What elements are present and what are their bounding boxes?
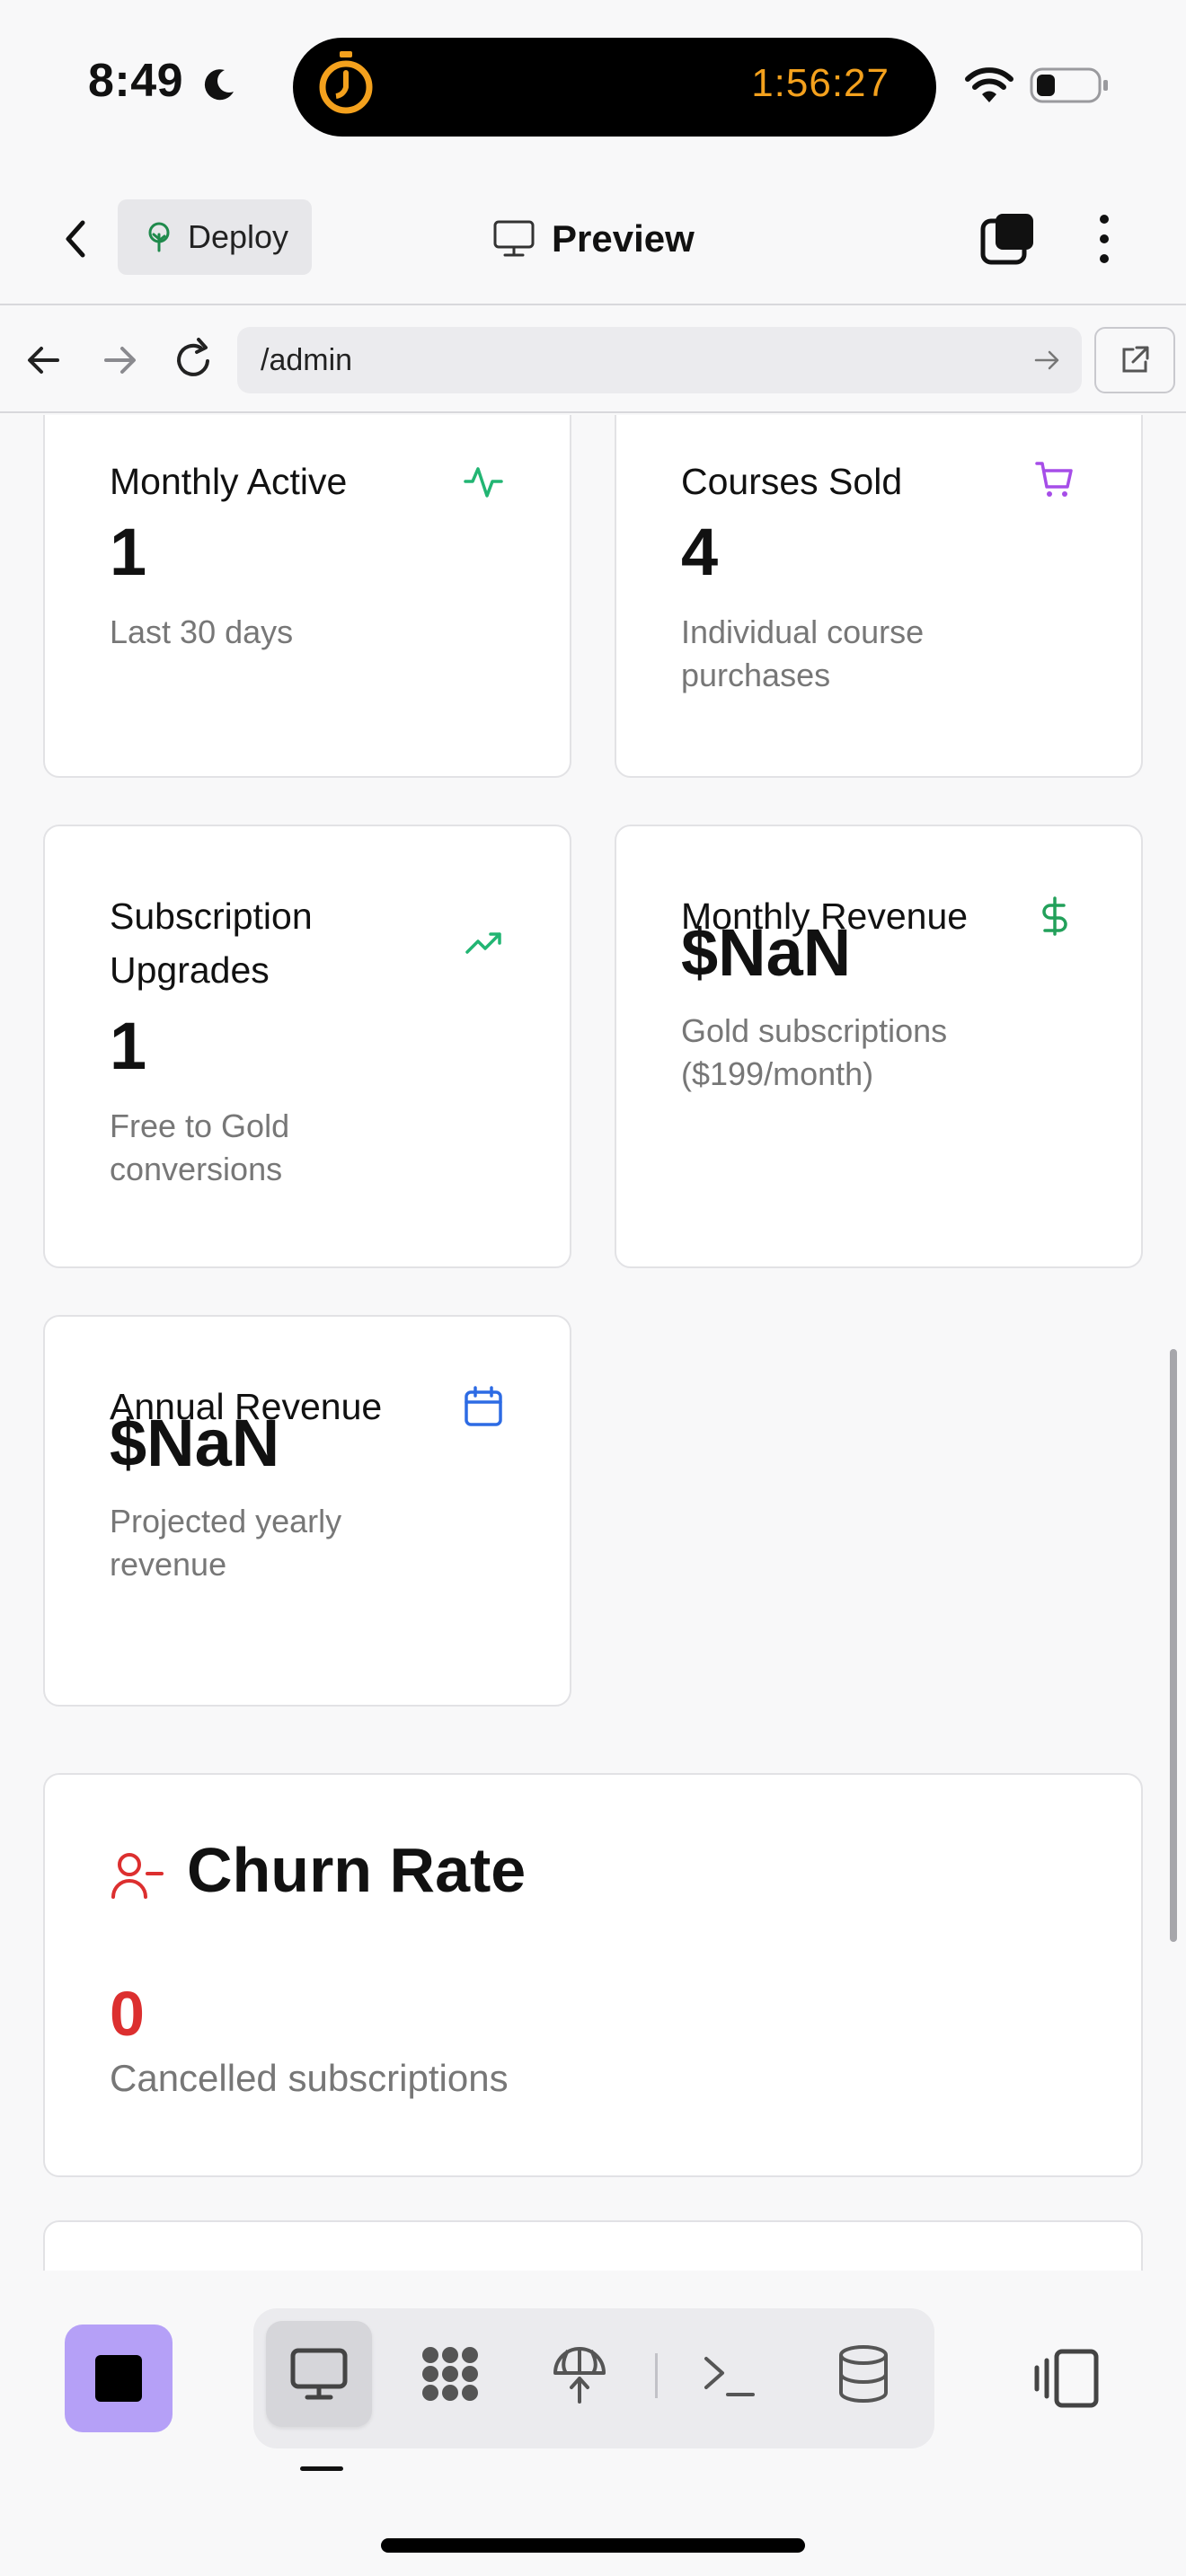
churn-rate-card: Churn Rate 0 Cancelled subscriptions <box>43 1773 1143 2177</box>
tab-divider <box>655 2353 658 2398</box>
stat-card-monthly-revenue: Monthly Revenue $NaN Gold subscriptions … <box>615 825 1143 1268</box>
next-card-partial <box>43 2220 1143 2271</box>
database-icon <box>839 2345 888 2403</box>
stat-title: Subscription Upgrades <box>110 895 313 991</box>
url-text: /admin <box>261 342 353 377</box>
admin-dashboard: Monthly Active 1 Last 30 days Courses So… <box>0 415 1186 2271</box>
moon-icon <box>204 69 234 101</box>
stopwatch-icon <box>319 51 373 114</box>
monitor-icon <box>493 220 535 257</box>
url-input[interactable]: /admin <box>237 327 1082 393</box>
stat-value: 4 <box>681 515 719 589</box>
external-link-icon <box>1122 346 1149 373</box>
monitor-icon <box>290 2348 348 2400</box>
reload-icon[interactable] <box>171 334 216 386</box>
stat-card-subscription-upgrades: Subscription Upgrades 1 Free to Gold con… <box>43 825 571 1268</box>
user-minus-icon <box>111 1853 164 1899</box>
stop-icon <box>95 2355 142 2402</box>
tab-preview[interactable] <box>266 2321 372 2427</box>
stat-card-annual-revenue: Annual Revenue $NaN Projected yearly rev… <box>43 1315 571 1707</box>
stat-subtitle: Free to Gold conversions <box>110 1107 290 1187</box>
stat-card-monthly-active: Monthly Active 1 Last 30 days <box>43 415 571 778</box>
home-indicator <box>381 2538 805 2553</box>
top-toolbar: Deploy Preview <box>0 171 1186 305</box>
deploy-label: Deploy <box>188 218 289 255</box>
tabs-switcher-icon[interactable] <box>979 210 1037 268</box>
terminal-icon <box>704 2357 755 2396</box>
nav-back-arrow-icon[interactable] <box>22 334 66 386</box>
apps-icon <box>422 2347 478 2401</box>
timer-readout: 1:56:27 <box>751 61 890 105</box>
deploy-tree-icon <box>148 222 170 252</box>
nav-forward-arrow-icon[interactable] <box>97 334 142 386</box>
bottom-dock <box>0 2271 1186 2576</box>
active-tab-indicator <box>300 2466 343 2471</box>
stat-card-courses-sold: Courses Sold 4 Individual course purchas… <box>615 415 1143 778</box>
preview-label: Preview <box>552 217 695 260</box>
activity-icon <box>464 467 503 498</box>
stat-subtitle: Individual course purchases <box>681 613 925 693</box>
stat-title: Courses Sold <box>681 461 903 502</box>
app-screen: 8:49 1:56:27 Deploy Preview /admin Month… <box>0 0 1186 2576</box>
stop-button[interactable] <box>65 2325 173 2432</box>
churn-subtitle: Cancelled subscriptions <box>110 2057 509 2099</box>
more-vertical-icon[interactable] <box>1091 210 1118 268</box>
tab-terminal[interactable] <box>676 2321 782 2427</box>
tab-database[interactable] <box>810 2321 916 2427</box>
tab-deploy[interactable] <box>527 2321 633 2427</box>
open-external-button[interactable] <box>1094 327 1175 393</box>
stat-value: $NaN <box>681 915 852 990</box>
churn-value: 0 <box>110 1979 145 2049</box>
back-chevron-icon[interactable] <box>54 212 99 266</box>
trending-up-icon <box>465 932 501 954</box>
wifi-icon <box>965 67 1013 102</box>
stat-value: 1 <box>110 515 147 589</box>
scrollbar-thumb[interactable] <box>1170 1349 1177 1942</box>
url-bar: /admin <box>0 307 1186 413</box>
stat-value: $NaN <box>110 1406 280 1480</box>
stat-subtitle: Projected yearly revenue <box>110 1503 342 1583</box>
status-time: 8:49 <box>88 55 184 107</box>
cart-icon <box>1035 462 1073 497</box>
deploy-icon <box>553 2347 606 2404</box>
deploy-button[interactable]: Deploy <box>118 199 312 275</box>
dock-tabbar <box>253 2308 934 2448</box>
stat-subtitle: Gold subscriptions ($199/month) <box>681 1012 948 1092</box>
stat-value: 1 <box>110 1009 147 1083</box>
side-panel-icon[interactable] <box>1030 2342 1102 2414</box>
go-arrow-icon[interactable] <box>1031 345 1062 375</box>
stat-subtitle: Last 30 days <box>110 613 294 650</box>
churn-title: Churn Rate <box>187 1835 527 1905</box>
battery-icon <box>1030 67 1108 103</box>
calendar-icon <box>465 1386 502 1426</box>
dollar-icon <box>1042 896 1067 936</box>
preview-title[interactable]: Preview <box>492 210 695 268</box>
stat-title: Monthly Active <box>110 461 348 502</box>
tab-apps[interactable] <box>397 2321 503 2427</box>
status-bar: 8:49 1:56:27 <box>0 0 1186 171</box>
